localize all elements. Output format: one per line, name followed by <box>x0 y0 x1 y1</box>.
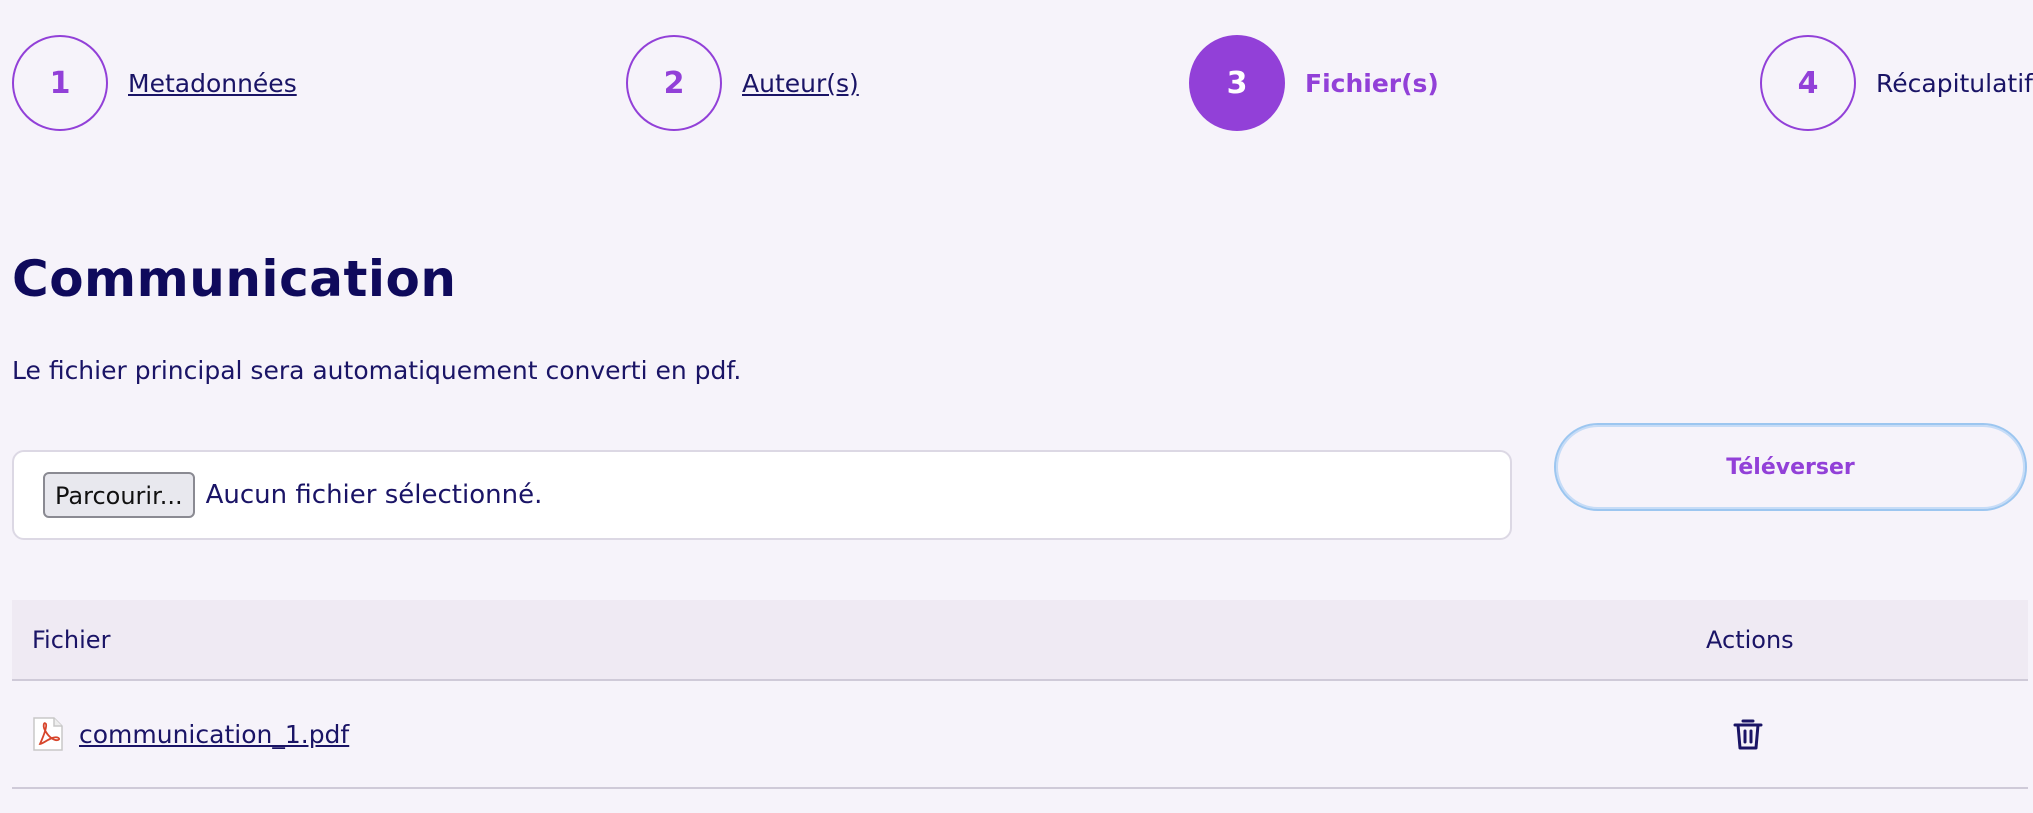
step-number-1: 1 <box>12 35 108 131</box>
file-link[interactable]: communication_1.pdf <box>79 720 349 749</box>
file-cell: communication_1.pdf <box>32 681 349 787</box>
step-number-4: 4 <box>1760 35 1856 131</box>
step-label-fichiers: Fichier(s) <box>1305 68 1439 98</box>
browse-button[interactable]: Parcourir... <box>43 472 195 518</box>
table-row: communication_1.pdf <box>12 681 2028 789</box>
step-label-metadonnees[interactable]: Metadonnées <box>128 69 297 98</box>
pdf-icon <box>32 717 64 751</box>
actions-cell <box>1732 681 1764 787</box>
page: 1 Metadonnées 2 Auteur(s) 3 Fichier(s) 4… <box>0 0 2033 813</box>
step-metadonnees[interactable]: 1 Metadonnées <box>12 33 297 133</box>
step-auteurs[interactable]: 2 Auteur(s) <box>626 33 859 133</box>
trash-icon[interactable] <box>1732 717 1764 751</box>
page-title: Communication <box>12 250 457 308</box>
step-fichiers: 3 Fichier(s) <box>1189 33 1439 133</box>
page-subtitle: Le fichier principal sera automatiquemen… <box>12 356 742 385</box>
step-label-auteurs[interactable]: Auteur(s) <box>742 69 859 98</box>
files-table: Fichier Actions communication_1.pdf <box>12 600 2028 789</box>
upload-button[interactable]: Téléverser <box>1554 423 2027 511</box>
step-recapitulatif: 4 Récapitulatif <box>1760 33 2033 133</box>
step-label-recapitulatif: Récapitulatif <box>1876 68 2033 98</box>
table-header: Fichier Actions <box>12 600 2028 681</box>
file-input[interactable]: Parcourir... Aucun fichier sélectionné. <box>12 450 1512 540</box>
file-status-text: Aucun fichier sélectionné. <box>205 480 543 510</box>
column-header-actions: Actions <box>1706 625 1794 654</box>
step-number-3: 3 <box>1189 35 1285 131</box>
step-number-2: 2 <box>626 35 722 131</box>
column-header-file: Fichier <box>32 625 111 654</box>
